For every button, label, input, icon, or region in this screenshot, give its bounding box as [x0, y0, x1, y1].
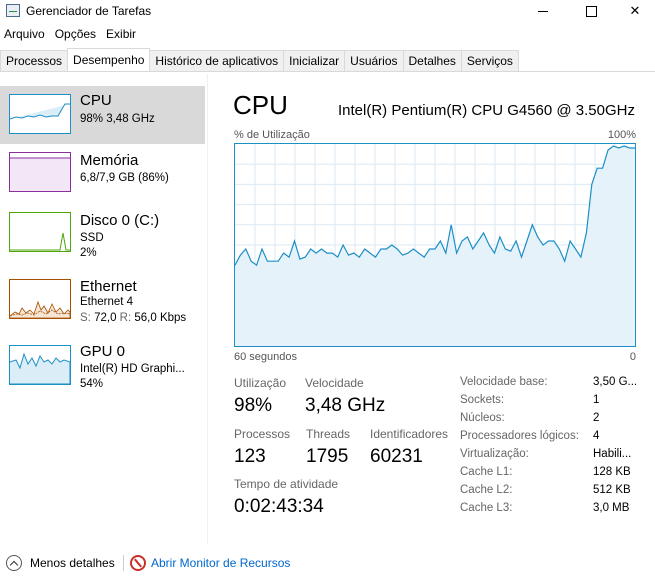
sidebar-ethernet-title: Ethernet	[80, 278, 137, 295]
footer-bar: Menos detalhes Abrir Monitor de Recursos	[0, 548, 655, 583]
tab-processos[interactable]: Processos	[0, 50, 69, 71]
sidebar-item-ethernet[interactable]: Ethernet Ethernet 4 S: 72,0 R: 56,0 Kbps	[0, 276, 205, 334]
footer-separator	[123, 555, 124, 571]
handles-label: Identificadores	[370, 427, 449, 441]
title-bar: Gerenciador de Tarefas ✕	[0, 0, 655, 22]
spec-value-sockets: 1	[593, 394, 600, 406]
memory-thumbnail-graph	[9, 152, 71, 192]
resource-sidebar: CPU 98% 3,48 GHz Memória 6,8/7,9 GB (86%…	[0, 74, 205, 544]
spec-label-virtualization: Virtualização:	[460, 448, 529, 460]
menu-arquivo[interactable]: Arquivo	[0, 26, 51, 46]
spec-label-sockets: Sockets:	[460, 394, 505, 406]
window-title: Gerenciador de Tarefas	[26, 4, 152, 18]
graph-x-right-label: 0	[629, 351, 636, 363]
spec-value-virtualization: Habili...	[593, 448, 632, 460]
processes-value: 123	[234, 446, 266, 467]
graph-y-max-label: 100%	[607, 129, 636, 141]
tab-servicos[interactable]: Serviços	[460, 50, 519, 71]
uptime-label: Tempo de atividade	[234, 477, 339, 491]
sidebar-ethernet-throughput: S: 72,0 R: 56,0 Kbps	[80, 312, 186, 324]
sidebar-gpu-usage: 54%	[80, 378, 104, 390]
processes-label: Processos	[234, 427, 291, 441]
cpu-thumbnail-graph	[9, 94, 71, 134]
sidebar-disk-usage: 2%	[80, 247, 97, 259]
cpu-utilization-graph	[234, 143, 636, 347]
sidebar-memory-title: Memória	[80, 152, 139, 169]
spec-label-l2-cache: Cache L2:	[460, 484, 513, 496]
spec-value-l1-cache: 128 KB	[593, 466, 631, 478]
menu-opcoes[interactable]: Opções	[51, 26, 102, 46]
menu-bar: Arquivo Opções Exibir	[0, 26, 142, 46]
spec-label-base-speed: Velocidade base:	[460, 376, 548, 388]
ethernet-send-label: S:	[80, 312, 91, 324]
maximize-button[interactable]	[568, 0, 614, 22]
spec-label-cores: Núcleos:	[460, 412, 505, 424]
uptime-value: 0:02:43:34	[234, 496, 324, 517]
ethernet-recv-value: 56,0 Kbps	[134, 312, 187, 324]
menu-exibir[interactable]: Exibir	[102, 26, 142, 46]
threads-value: 1795	[306, 446, 349, 467]
utilization-value: 98%	[234, 395, 273, 416]
tab-bar: Processos Desempenho Histórico de aplica…	[0, 48, 655, 72]
chevron-up-icon[interactable]	[6, 555, 22, 571]
minimize-button[interactable]	[520, 0, 566, 22]
cpu-model: Intel(R) Pentium(R) CPU G4560 @ 3.50GHz	[338, 102, 635, 119]
tab-historico[interactable]: Histórico de aplicativos	[149, 50, 285, 71]
task-manager-icon	[6, 4, 20, 17]
disk-thumbnail-graph	[9, 212, 71, 252]
sidebar-gpu-model: Intel(R) HD Graphi...	[80, 363, 185, 375]
ethernet-thumbnail-graph	[9, 279, 71, 319]
utilization-label: Utilização	[234, 376, 287, 390]
less-details-button[interactable]: Menos detalhes	[30, 556, 115, 570]
tab-usuarios[interactable]: Usuários	[344, 50, 404, 71]
open-resource-monitor-link[interactable]: Abrir Monitor de Recursos	[151, 556, 290, 570]
spec-label-l3-cache: Cache L3:	[460, 502, 513, 514]
spec-label-l1-cache: Cache L1:	[460, 466, 513, 478]
sidebar-ethernet-adapter: Ethernet 4	[80, 296, 134, 308]
graph-x-left-label: 60 segundos	[234, 351, 297, 363]
sidebar-item-cpu[interactable]: CPU 98% 3,48 GHz	[0, 86, 205, 144]
sidebar-item-disk[interactable]: Disco 0 (C:) SSD 2%	[0, 210, 205, 270]
spec-value-base-speed: 3,50 G...	[593, 376, 638, 388]
spec-value-l2-cache: 512 KB	[593, 484, 631, 496]
sidebar-item-gpu[interactable]: GPU 0 Intel(R) HD Graphi... 54%	[0, 338, 205, 398]
spec-value-l3-cache: 3,0 MB	[593, 502, 630, 514]
tab-detalhes[interactable]: Detalhes	[402, 50, 462, 71]
tab-desempenho[interactable]: Desempenho	[67, 48, 151, 70]
sidebar-disk-title: Disco 0 (C:)	[80, 212, 160, 229]
close-button[interactable]: ✕	[612, 0, 655, 22]
handles-value: 60231	[370, 446, 423, 467]
threads-label: Threads	[306, 427, 351, 441]
graph-y-label: % de Utilização	[234, 129, 310, 141]
speed-label: Velocidade	[305, 376, 364, 390]
sidebar-cpu-title: CPU	[80, 92, 112, 109]
tab-inicializar[interactable]: Inicializar	[283, 50, 346, 71]
speed-value: 3,48 GHz	[305, 395, 386, 416]
page-title: CPU	[233, 90, 288, 120]
cpu-utilization-chart	[234, 144, 635, 346]
gpu-thumbnail-graph	[9, 345, 71, 385]
sidebar-memory-usage: 6,8/7,9 GB (86%)	[80, 172, 169, 184]
ethernet-send-value: 72,0	[94, 312, 117, 324]
pane-divider	[207, 74, 208, 544]
sidebar-cpu-usage: 98% 3,48 GHz	[80, 113, 155, 125]
ethernet-recv-label: R:	[119, 312, 132, 324]
spec-label-logical-processors: Processadores lógicos:	[460, 430, 579, 442]
sidebar-disk-type: SSD	[80, 232, 104, 244]
sidebar-gpu-title: GPU 0	[80, 343, 126, 360]
spec-value-cores: 2	[593, 412, 600, 424]
resource-monitor-icon[interactable]	[130, 555, 146, 571]
sidebar-item-memory[interactable]: Memória 6,8/7,9 GB (86%)	[0, 150, 205, 208]
spec-value-logical-processors: 4	[593, 430, 600, 442]
